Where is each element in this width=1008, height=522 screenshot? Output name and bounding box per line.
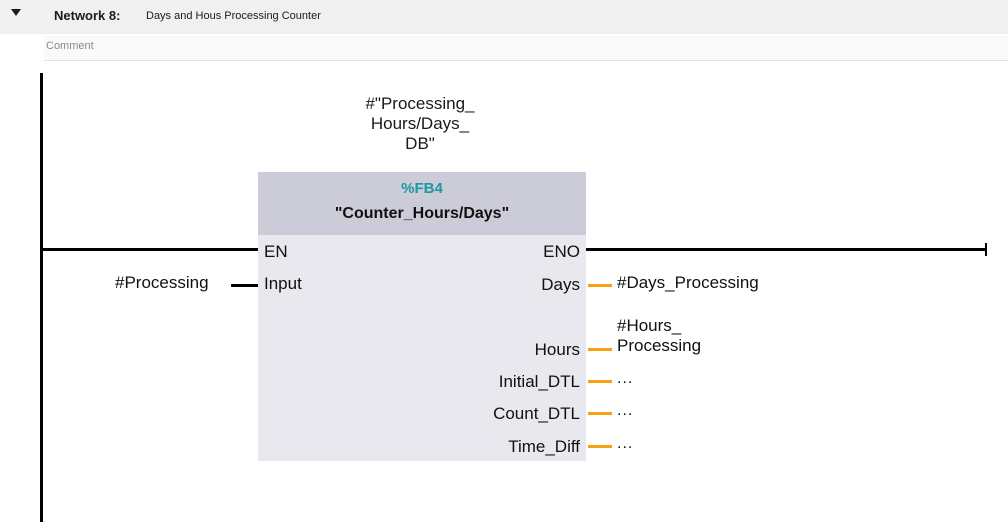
pin-eno[interactable]: ENO: [430, 242, 580, 262]
pin-en[interactable]: EN: [264, 242, 288, 262]
instance-db-line3: DB": [405, 134, 435, 153]
network-title: Network 8:: [54, 8, 121, 23]
operand-input[interactable]: #Processing: [115, 273, 209, 293]
input-wire: [231, 284, 258, 287]
hours-wire: [588, 348, 612, 351]
time-diff-wire: [588, 445, 612, 448]
instance-db-name[interactable]: #"Processing_ Hours/Days_ DB": [330, 94, 510, 154]
days-wire: [588, 284, 612, 287]
operand-days[interactable]: #Days_Processing: [617, 273, 759, 293]
collapse-triangle-icon[interactable]: [11, 9, 21, 16]
pin-initial-dtl[interactable]: Initial_DTL: [430, 372, 580, 392]
operand-initial-dtl[interactable]: ...: [617, 370, 633, 388]
instance-db-line2: Hours/Days_: [370, 114, 470, 133]
comment-field[interactable]: [44, 36, 1008, 61]
eno-wire-end: [985, 243, 987, 256]
pin-days[interactable]: Days: [430, 275, 580, 295]
network-description[interactable]: Days and Hous Processing Counter: [146, 10, 321, 22]
operand-hours[interactable]: #Hours_ Processing: [617, 316, 701, 356]
pin-input[interactable]: Input: [264, 274, 302, 294]
power-rail: [40, 73, 43, 522]
count-dtl-wire: [588, 412, 612, 415]
operand-hours-line2: Processing: [617, 336, 702, 355]
operand-time-diff[interactable]: ...: [617, 435, 633, 453]
eno-wire[interactable]: [586, 248, 987, 251]
comment-placeholder: Comment: [46, 40, 94, 52]
fb-name: "Counter_Hours/Days": [334, 205, 510, 222]
en-wire[interactable]: [43, 248, 258, 251]
initial-dtl-wire: [588, 380, 612, 383]
instance-db-line1: #"Processing_: [365, 94, 475, 113]
fb-number: %FB4: [401, 180, 443, 197]
pin-hours[interactable]: Hours: [430, 340, 580, 360]
operand-count-dtl[interactable]: ...: [617, 402, 633, 420]
pin-time-diff[interactable]: Time_Diff: [430, 437, 580, 457]
pin-count-dtl[interactable]: Count_DTL: [430, 404, 580, 424]
operand-hours-line1: #Hours_: [617, 316, 682, 335]
